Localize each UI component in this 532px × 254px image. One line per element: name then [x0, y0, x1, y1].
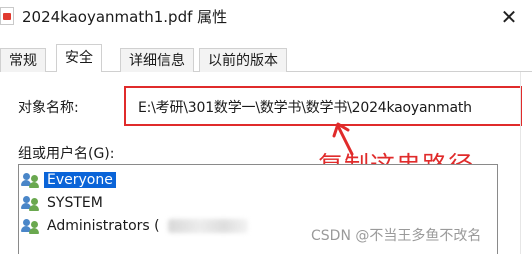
group-or-user-names-label: 组或用户名(G):	[18, 146, 115, 162]
tab-security[interactable]: 安全	[56, 44, 102, 73]
redacted-blur	[167, 219, 248, 233]
users-group-icon	[21, 195, 43, 211]
object-name-label: 对象名称:	[18, 100, 79, 116]
user-name: Administrators (	[47, 218, 160, 234]
user-name: Everyone	[44, 172, 116, 188]
tab-strip: 常规 安全 详细信息 以前的版本	[0, 44, 532, 73]
tab-previous-versions[interactable]: 以前的版本	[199, 48, 287, 72]
tab-general[interactable]: 常规	[0, 48, 46, 72]
close-button[interactable]: ✕	[486, 0, 532, 34]
title-bar: 2024kaoyanmath1.pdf 属性 ✕	[0, 0, 532, 34]
pdf-file-icon	[0, 7, 14, 25]
users-group-icon	[21, 172, 43, 188]
list-item-administrators[interactable]: Administrators (	[21, 215, 321, 237]
object-name-value[interactable]: E:\考研\301数学一\数学书\数学书\2024kaoyanmath	[138, 97, 472, 117]
list-item-system[interactable]: SYSTEM	[21, 192, 321, 214]
list-item-everyone[interactable]: Everyone	[21, 169, 321, 191]
tab-details[interactable]: 详细信息	[120, 48, 194, 72]
watermark-text: CSDN @不当王多鱼不改名	[311, 228, 482, 244]
window-title: 2024kaoyanmath1.pdf 属性	[22, 8, 228, 26]
user-name: SYSTEM	[47, 195, 103, 211]
users-group-icon	[21, 218, 43, 234]
window-edge-divider	[520, 72, 521, 254]
